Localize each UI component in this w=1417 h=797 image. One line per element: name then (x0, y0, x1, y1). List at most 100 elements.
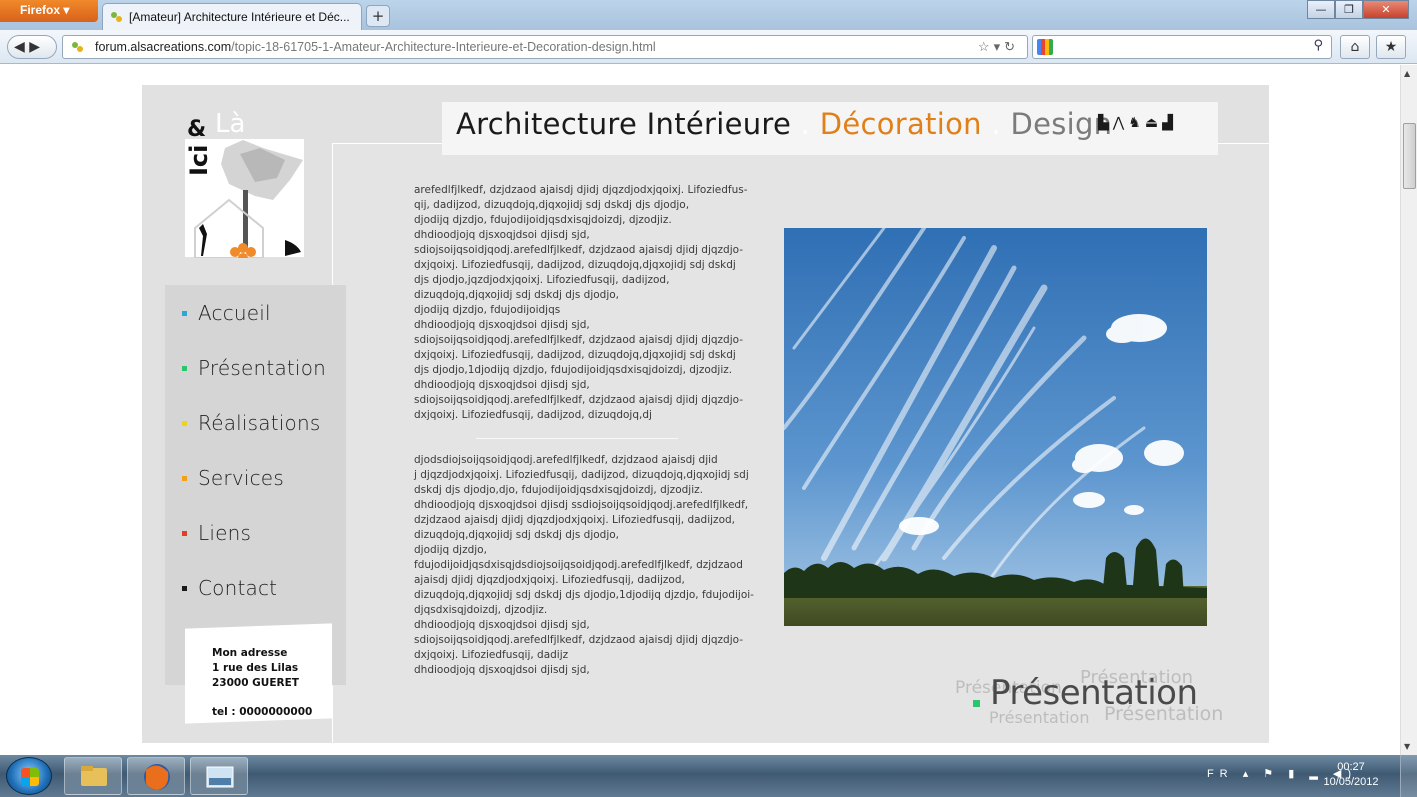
menu-label: Présentation (198, 356, 327, 380)
taskbar-app[interactable] (190, 757, 248, 795)
new-tab-button[interactable]: + (366, 5, 390, 27)
minimize-button[interactable]: — (1307, 0, 1335, 19)
windows-taskbar: FR ▴ ⚑ ▮ ▂ ◀) (0, 755, 1417, 797)
site-title: Architecture Intérieure . Décoration . D… (456, 107, 1112, 141)
forward-arrow-icon[interactable]: ▶ (29, 39, 40, 55)
paragraph-divider (476, 438, 678, 439)
menu-item-realisations[interactable]: Réalisations (182, 408, 320, 438)
clock-time: 00:27 (1337, 761, 1365, 773)
flag-icon[interactable]: ⚑ (1263, 768, 1279, 780)
home-icon: ⌂ (1350, 39, 1360, 55)
scroll-down-arrow-icon[interactable]: ▼ (1404, 742, 1410, 751)
language-indicator[interactable]: FR (1207, 768, 1234, 780)
tray-expand-icon[interactable]: ▴ (1243, 768, 1255, 780)
windows-logo-icon (21, 768, 39, 786)
taskbar-firefox[interactable] (127, 757, 185, 795)
text-line: qij, dadijzod, dizuqdojq,djqxojidj sdj d… (414, 199, 690, 211)
text-line: djs djodjo,1djodijq djzdjo, fdujodijoidj… (414, 364, 733, 376)
menu-bullet (182, 530, 187, 536)
text-line: dhdioodjojq djsxoqjdsoi djisdj sjd, (414, 619, 590, 631)
text-line: dxjqoixj. Lifoziedfusqij, dadijzod, dizu… (414, 409, 652, 421)
maximize-button[interactable]: ❐ (1335, 0, 1363, 19)
firefox-menu-button[interactable]: Firefox ▾ (0, 0, 98, 22)
close-button[interactable]: ✕ (1363, 0, 1409, 19)
back-arrow-icon[interactable]: ◀ (14, 39, 25, 55)
sofa-icon: ▟ (1162, 115, 1177, 131)
logo-amp: & (187, 117, 206, 142)
text-line: djodijq djzdjo, fdujodijoidjqs (414, 304, 561, 316)
menu-label: Accueil (198, 301, 271, 325)
text-line: dxjqoixj. Lifoziedfusqij, dadijzod, dizu… (414, 349, 736, 361)
menu-label: Réalisations (198, 411, 321, 435)
table-icon: ⏏ (1144, 115, 1163, 131)
text-line: dhdioodjojq djsxoqjdsoi djisdj sjd, (414, 664, 590, 676)
search-bar[interactable]: ⚲ (1032, 35, 1332, 59)
text-line: dxjqoixj. Lifoziedfusqij, dadijzod, dizu… (414, 259, 736, 271)
text-line: dhdioodjojq djsxoqjdsoi djisdj ssdiojsoi… (414, 499, 749, 511)
section-title: Présentation (990, 673, 1198, 713)
home-button[interactable]: ⌂ (1340, 35, 1370, 59)
back-forward-buttons[interactable]: ◀ ▶ (7, 35, 57, 59)
network-icon[interactable]: ▮ (1288, 768, 1300, 780)
title-architecture: Architecture Intérieure (456, 107, 792, 141)
start-button[interactable] (6, 757, 52, 795)
firefox-icon (144, 764, 170, 790)
clock-date: 10/05/2012 (1323, 776, 1379, 788)
text-line: dhdioodjojq djsxoqjdsoi djisdj sjd, (414, 319, 590, 331)
menu-label: Liens (198, 521, 252, 545)
text-line: djqsdxisqjdoizdj, djzodjiz. (414, 604, 548, 616)
navigation-toolbar: ◀ ▶ forum.alsacreations.com/topic-18-617… (0, 30, 1417, 64)
url-bar[interactable]: forum.alsacreations.com/topic-18-61705-1… (62, 35, 1028, 59)
url-favicon-icon (72, 42, 83, 52)
taskbar-clock[interactable]: 00:27 10/05/2012 (1320, 760, 1382, 790)
site-favicon-icon (111, 12, 122, 22)
bookmark-star-icon[interactable]: ☆ (978, 39, 994, 54)
address-phone: tel : 0000000000 (212, 706, 313, 718)
furniture-icons: ▙⋀♞⏏▟ (1098, 115, 1177, 131)
taskbar-explorer[interactable] (64, 757, 122, 795)
menu-item-contact[interactable]: Contact (182, 573, 277, 603)
chair-icon: ▙ (1098, 115, 1113, 131)
show-desktop-button[interactable] (1400, 755, 1417, 797)
text-line: dxjqoixj. Lifoziedfusqij, dadijz (414, 649, 569, 661)
address-city: 23000 GUERET (212, 677, 299, 689)
menu-item-accueil[interactable]: Accueil (182, 298, 271, 328)
reload-icon[interactable]: ↻ (1004, 39, 1019, 54)
picture-viewer-icon (206, 766, 234, 788)
text-line: dzjdzaod ajaisdj djidj djqzdjodxjqoixj. … (414, 514, 735, 526)
bookmarks-button[interactable]: ★ (1376, 35, 1406, 59)
paragraph-2: djodsdiojsoijqsoidjqodj.arefedlfjlkedf, … (414, 453, 756, 678)
menu-item-services[interactable]: Services (182, 463, 284, 493)
title-decoration: Décoration (819, 107, 982, 141)
logo-illustration: & Là Ici (185, 109, 303, 258)
tab-title: [Amateur] Architecture Intérieure et Déc… (129, 10, 350, 24)
browser-tab[interactable]: [Amateur] Architecture Intérieure et Déc… (102, 3, 362, 30)
search-icon[interactable]: ⚲ (1313, 38, 1323, 53)
google-engine-icon[interactable] (1037, 39, 1053, 55)
address-street: 1 rue des Lilas (212, 662, 299, 674)
title-separator: . (800, 107, 811, 141)
logo-ici: Ici (185, 145, 213, 176)
scroll-thumb[interactable] (1403, 123, 1416, 189)
text-line: arefedlfjlkedf, dzjdzaod ajaisdj djidj d… (414, 184, 748, 196)
menu-bullet (182, 420, 187, 426)
dropdown-arrow-icon[interactable]: ▾ (994, 39, 1005, 54)
address-block: Mon adresse 1 rue des Lilas 23000 GUERET (212, 646, 299, 691)
menu-bullet (182, 365, 187, 371)
text-line: dhdioodjojq djsxoqjdsoi djisdj sjd, (414, 229, 590, 241)
page-scrollbar[interactable]: ▲ ▼ (1400, 65, 1417, 755)
menu-bullet (182, 585, 187, 591)
menu-item-liens[interactable]: Liens (182, 518, 251, 548)
menu-item-presentation[interactable]: Présentation (182, 353, 326, 383)
text-line: sdiojsoijqsoidjqodj.arefedlfjlkedf, dzjd… (414, 334, 744, 346)
menu-label: Services (198, 466, 284, 490)
text-line: j djqzdjodxjqoixj. Lifoziedfusqij, dadij… (414, 469, 749, 481)
scroll-up-arrow-icon[interactable]: ▲ (1404, 69, 1410, 78)
site-logo[interactable]: & Là Ici (185, 108, 305, 258)
menu-bullet (182, 310, 187, 316)
text-line: dskdj djs djodjo,djo, fdujodijoidjqsdxis… (414, 484, 703, 496)
firefox-menu-label: Firefox (20, 3, 61, 17)
title-separator-2: . (991, 107, 1001, 141)
text-line: fdujodijoidjqsdxisqjdsdiojsoijqsoidjqodj… (414, 559, 743, 571)
text-line: djodsdiojsoijqsoidjqodj.arefedlfjlkedf, … (414, 454, 718, 466)
